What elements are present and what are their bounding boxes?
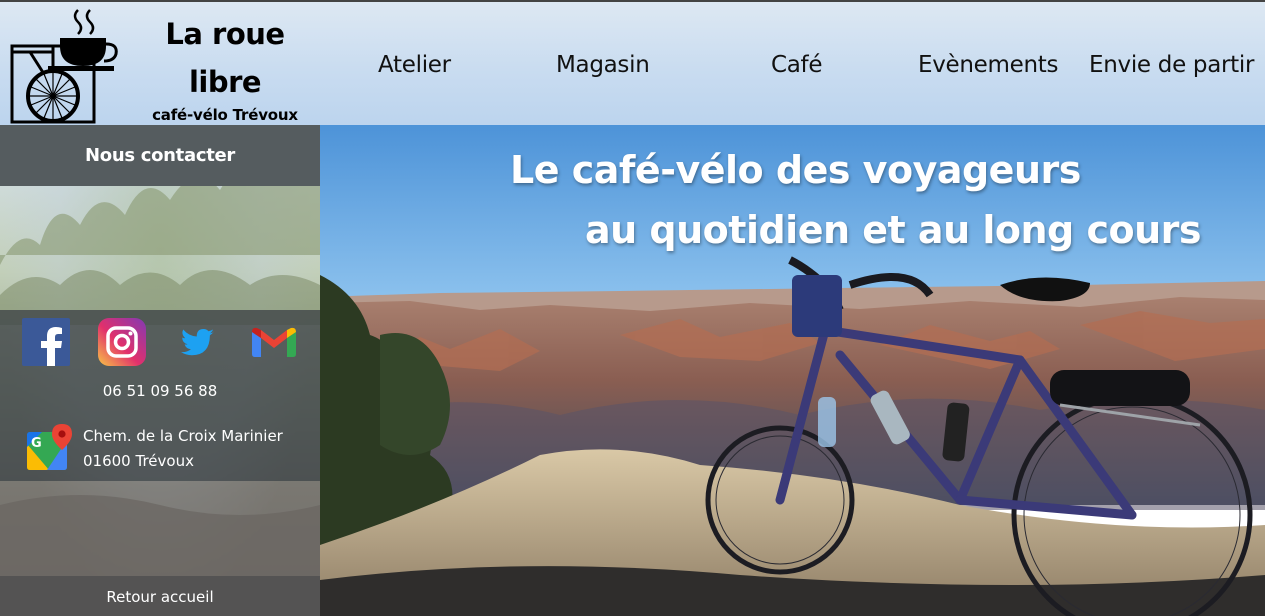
instagram-icon[interactable]: [98, 318, 146, 366]
back-home-button[interactable]: Retour accueil: [0, 576, 320, 616]
nav-item-magasin[interactable]: Magasin: [556, 40, 650, 90]
twitter-icon[interactable]: [174, 318, 222, 366]
cafe-bike-logo[interactable]: [8, 6, 120, 124]
svg-text:G: G: [31, 436, 42, 451]
google-maps-icon[interactable]: G: [26, 424, 74, 472]
facebook-icon[interactable]: [22, 318, 70, 366]
site-header: La roue libre café-vélo Trévoux Atelier …: [0, 0, 1265, 125]
nav-item-cafe[interactable]: Café: [771, 40, 823, 90]
address-line-1: Chem. de la Croix Marinier: [83, 427, 283, 445]
hero-canyon-bike-image: [320, 125, 1265, 616]
brand-tagline: café-vélo Trévoux: [152, 106, 298, 124]
hero-headline-line-2: au quotidien et au long cours: [585, 208, 1202, 252]
hero-headline-line-1: Le café-vélo des voyageurs: [510, 148, 1081, 192]
gmail-icon[interactable]: [250, 318, 298, 366]
main-nav: Atelier Magasin Café Evènements Envie de…: [320, 40, 1265, 90]
nav-item-atelier[interactable]: Atelier: [378, 40, 451, 90]
nav-item-evenements[interactable]: Evènements: [918, 40, 1058, 90]
contact-sidebar: Nous contacter 06 51 09 56 88 G Chem. de…: [0, 125, 320, 616]
brand: La roue libre café-vélo Trévoux: [130, 10, 320, 124]
contact-button[interactable]: Nous contacter: [0, 125, 320, 186]
nav-item-envie-de-partir[interactable]: Envie de partir: [1089, 40, 1254, 90]
contact-panel: 06 51 09 56 88 G Chem. de la Croix Marin…: [0, 310, 320, 481]
brand-name: La roue libre: [165, 17, 285, 99]
address: Chem. de la Croix Marinier 01600 Trévoux: [83, 424, 283, 474]
phone-number[interactable]: 06 51 09 56 88: [0, 382, 320, 400]
hero-banner: Le café-vélo des voyageurs au quotidien …: [320, 125, 1265, 616]
address-line-2: 01600 Trévoux: [83, 452, 194, 470]
